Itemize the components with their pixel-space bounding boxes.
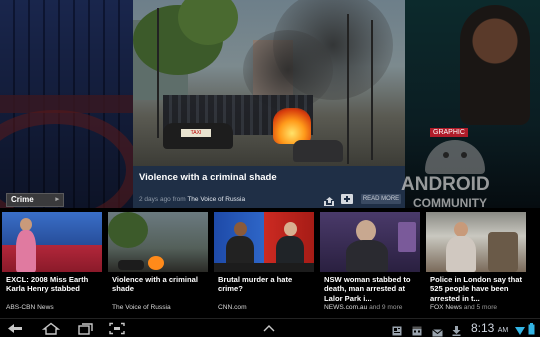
home-icon[interactable] <box>41 322 61 335</box>
previous-story-preview[interactable] <box>0 0 140 208</box>
tv-ticker <box>214 263 314 272</box>
chevron-right-icon: ▸ <box>55 196 59 203</box>
battery-icon <box>528 322 535 335</box>
notification-news-icon[interactable] <box>392 323 402 336</box>
featured-headline[interactable]: Violence with a criminal shade <box>139 172 277 183</box>
story-thumbnail <box>2 212 102 272</box>
next-story-photo <box>460 5 530 125</box>
story-thumbnail <box>320 212 420 272</box>
fire <box>273 108 311 144</box>
story-source: FOX News and 5 more <box>430 304 498 311</box>
add-icon[interactable] <box>341 194 353 204</box>
status-clock[interactable]: 8:13 AM <box>471 321 508 337</box>
taxi: TAXI <box>163 123 233 149</box>
story-title: Police in London say that 525 people hav… <box>430 275 522 303</box>
read-more-button[interactable]: READ MORE <box>361 194 401 204</box>
recent-apps-icon[interactable] <box>76 322 94 335</box>
story-thumbnail <box>426 212 526 272</box>
featured-story-carousel: GRAPHIC TAXI Violence with a criminal sh… <box>0 0 540 208</box>
story-title: EXCL: 2008 Miss Earth Karla Henry stabbe… <box>6 275 89 294</box>
story-source: The Voice of Russia <box>112 304 171 311</box>
share-icon[interactable] <box>323 194 335 206</box>
screenshot-icon[interactable] <box>108 322 126 335</box>
story-card[interactable]: Brutal murder a hate crime? CNN.com <box>212 210 316 316</box>
story-card[interactable]: Police in London say that 525 people hav… <box>424 210 528 316</box>
download-icon <box>452 323 461 336</box>
notification-calendar-icon[interactable] <box>412 323 422 336</box>
system-bar: 8:13 AM <box>0 318 540 337</box>
story-card[interactable]: EXCL: 2008 Miss Earth Karla Henry stabbe… <box>0 210 104 316</box>
email-icon[interactable] <box>432 324 443 337</box>
story-source: NEWS.com.au and 9 more <box>324 304 403 311</box>
menu-up-icon[interactable] <box>262 322 276 335</box>
featured-age: 2 days ago from <box>139 196 186 203</box>
story-title: Violence with a criminal shade <box>112 275 198 294</box>
story-card[interactable]: Violence with a criminal shade The Voice… <box>106 210 210 316</box>
clock-ampm: AM <box>497 327 509 334</box>
back-icon[interactable] <box>6 322 24 335</box>
story-thumbnail <box>214 212 314 272</box>
featured-meta: 2 days ago from The Voice of Russia <box>139 196 245 203</box>
featured-source: The Voice of Russia <box>187 196 246 203</box>
story-title: NSW woman stabbed to death, man arrested… <box>324 275 411 303</box>
section-label: Crime <box>11 195 34 204</box>
car <box>293 140 343 162</box>
clock-time: 8:13 <box>471 321 495 335</box>
story-source: ABS-CBN News <box>6 304 54 311</box>
wifi-icon <box>515 323 525 335</box>
section-selector[interactable]: Crime ▸ <box>6 193 64 207</box>
featured-story-photo[interactable]: TAXI <box>133 0 405 166</box>
story-grid: EXCL: 2008 Miss Earth Karla Henry stabbe… <box>0 210 540 316</box>
next-story-preview[interactable]: GRAPHIC <box>405 0 540 208</box>
story-thumbnail <box>108 212 208 272</box>
story-title: Brutal murder a hate crime? <box>218 275 293 294</box>
story-source: CNN.com <box>218 304 247 311</box>
featured-caption[interactable]: Violence with a criminal shade 2 days ag… <box>133 166 405 208</box>
graphic-tag: GRAPHIC <box>430 128 468 137</box>
story-card[interactable]: NSW woman stabbed to death, man arrested… <box>318 210 422 316</box>
